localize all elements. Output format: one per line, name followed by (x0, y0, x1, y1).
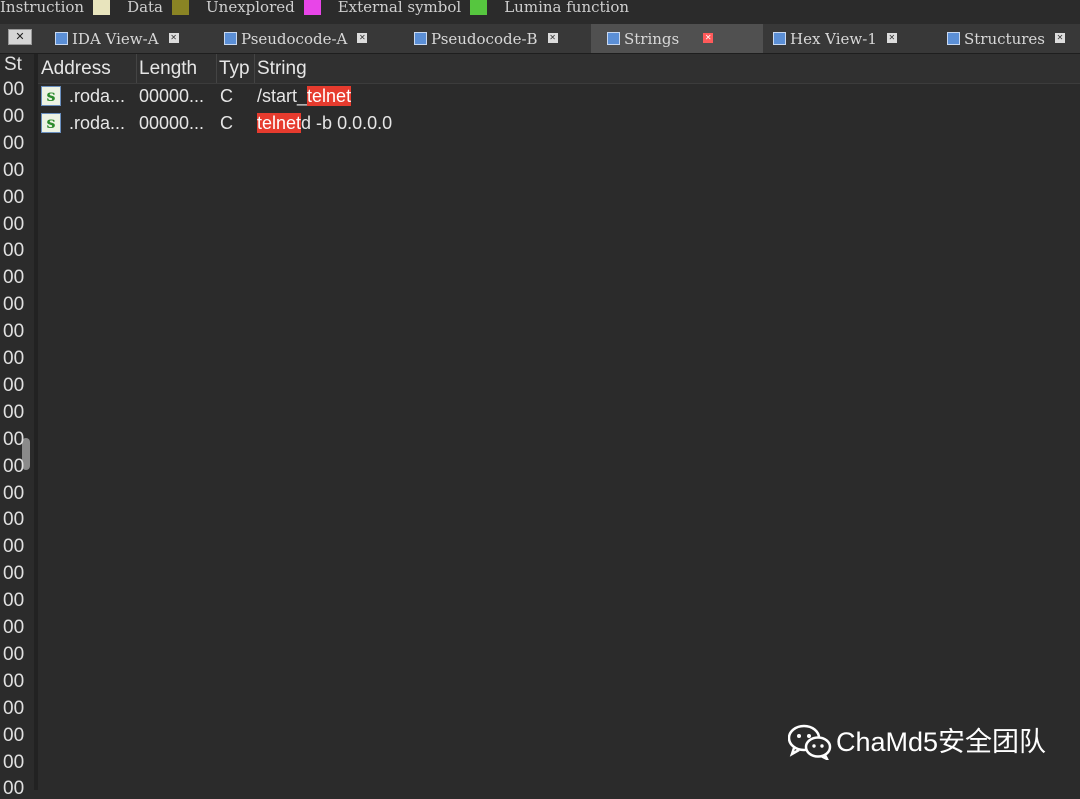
column-separator[interactable] (254, 54, 255, 83)
column-separator[interactable] (216, 54, 217, 83)
legend-item: Lumina function (504, 0, 629, 15)
close-tab-icon[interactable]: ✕ (1054, 33, 1065, 43)
left-pane-row[interactable]: 00 (3, 698, 24, 719)
tab-label: Strings (624, 30, 680, 48)
cell-address: .roda... (69, 113, 126, 133)
left-pane-row[interactable]: 00 (3, 160, 24, 181)
close-pane-button[interactable]: ✕ (8, 29, 32, 45)
watermark-text: ChaMd5安全团队 (836, 727, 1047, 757)
strings-icon (607, 31, 620, 45)
close-tab-icon[interactable]: ✕ (703, 33, 714, 43)
legend-label: Data (127, 0, 164, 16)
left-pane-row[interactable]: 00 (3, 295, 24, 315)
search-match-highlight: telnet (307, 86, 352, 106)
left-pane-row[interactable]: 00 (3, 510, 24, 530)
hex-view-icon (773, 31, 786, 45)
left-pane-row[interactable]: 00 (3, 268, 24, 288)
legend-swatch (93, 0, 111, 15)
tab-label: Structures (964, 30, 1045, 48)
column-header-length[interactable]: Length (139, 57, 197, 81)
cell-type: C (220, 86, 233, 106)
left-pane-row[interactable]: 00 (3, 644, 24, 665)
strings-table: Address Length Typ String s .roda... 00000… (38, 54, 1080, 790)
close-tab-icon[interactable]: ✕ (547, 33, 558, 43)
legend-label: Unexplored (206, 0, 295, 16)
cell-length: 00000... (139, 86, 205, 106)
legend-swatch (470, 0, 488, 15)
pseudocode-icon (414, 31, 427, 45)
left-pane-row[interactable]: 00 (3, 752, 24, 773)
string-type-icon: s (41, 113, 61, 133)
cell-string: telnetd -b 0.0.0.0 (257, 110, 392, 137)
tab-ida-view-a[interactable]: IDA View-A ✕ (55, 24, 205, 53)
column-separator[interactable] (136, 54, 137, 83)
search-match-highlight: telnet (257, 113, 302, 133)
left-pane-row[interactable]: 00 (3, 402, 24, 423)
tab-bar: ✕ IDA View-A ✕ Pseudocode-A ✕ Pseudocode-B ✕ S… (0, 24, 1080, 54)
left-pane-row[interactable]: 00 (3, 456, 24, 477)
legend-label: Instruction (0, 0, 85, 16)
legend-swatch (172, 0, 190, 15)
tab-hex-view-1[interactable]: Hex View-1 ✕ (773, 24, 923, 53)
tab-pseudocode-a[interactable]: Pseudocode-A ✕ (224, 24, 394, 53)
tab-label: Hex View-1 (790, 30, 877, 48)
cell-string: /start_telnet (257, 83, 352, 110)
string-type-icon: s (41, 86, 61, 106)
left-pane-row[interactable]: 00 (3, 483, 24, 504)
tab-label: Pseudocode-B (431, 30, 538, 48)
column-header-string[interactable]: String (257, 57, 307, 81)
pseudocode-icon (224, 31, 237, 45)
cell-length: 00000... (139, 113, 205, 133)
legend-item: Instruction (0, 0, 119, 15)
left-pane: St 00 00 00 00 00 00 00 00 00 00 00 00 00 00 00 00 00 00 0… (0, 54, 34, 799)
left-pane-row[interactable]: 00 (3, 241, 24, 261)
left-pane-row[interactable]: 00 (3, 375, 24, 396)
close-tab-icon[interactable]: ✕ (886, 33, 897, 43)
left-pane-row[interactable]: 00 (3, 214, 24, 235)
left-pane-row[interactable]: 00 (3, 349, 24, 369)
left-pane-row[interactable]: 00 (3, 322, 24, 342)
ida-view-icon (55, 31, 68, 45)
left-pane-row[interactable]: 00 (3, 618, 24, 638)
string-text: d -b 0.0.0.0 (301, 113, 393, 133)
cell-address: .roda... (69, 86, 126, 106)
legend-label: External symbol (337, 0, 462, 16)
wechat-icon (788, 724, 832, 760)
table-row[interactable]: s .roda... 00000... C/start_telnet (38, 83, 1080, 110)
legend-swatch (303, 0, 321, 15)
left-pane-row[interactable]: 00 (3, 429, 24, 450)
left-pane-header: St (4, 54, 22, 75)
left-pane-row[interactable]: 00 (3, 779, 24, 799)
structures-icon (947, 31, 960, 45)
left-pane-row[interactable]: 00 (3, 187, 24, 208)
table-header: Address Length Typ String (38, 54, 1080, 84)
legend-item: Data (127, 0, 198, 15)
tab-structures[interactable]: Structures ✕ (947, 24, 1080, 53)
left-pane-row[interactable]: 00 (3, 133, 24, 154)
left-pane-row[interactable]: 00 (3, 106, 24, 127)
legend-bar: Instruction Data Unexplored External symbol… (0, 0, 1080, 16)
column-header-address[interactable]: Address (41, 57, 111, 81)
tab-label: IDA View-A (72, 30, 159, 48)
cell-type: C (220, 113, 233, 133)
close-tab-icon[interactable]: ✕ (357, 33, 368, 43)
table-row[interactable]: s .roda... 00000... Ctelnetd -b 0.0.0.0 (38, 110, 1080, 137)
left-pane-row[interactable]: 00 (3, 591, 24, 611)
string-text: /start_ (257, 86, 308, 106)
tab-pseudocode-b[interactable]: Pseudocode-B ✕ (414, 24, 579, 53)
close-tab-icon[interactable]: ✕ (168, 33, 179, 43)
left-pane-row[interactable]: 00 (3, 725, 24, 746)
left-pane-row[interactable]: 00 (3, 671, 24, 692)
legend-item: External symbol (338, 0, 496, 15)
tab-label: Pseudocode-A (241, 30, 348, 48)
legend-item: Unexplored (206, 0, 330, 15)
left-pane-row[interactable]: 00 (3, 80, 24, 100)
tab-strings[interactable]: Strings ✕ (591, 24, 763, 53)
left-pane-row[interactable]: 00 (3, 564, 24, 584)
legend-label: Lumina function (504, 0, 630, 16)
left-pane-row[interactable]: 00 (3, 537, 24, 557)
column-header-type[interactable]: Typ (219, 57, 250, 81)
